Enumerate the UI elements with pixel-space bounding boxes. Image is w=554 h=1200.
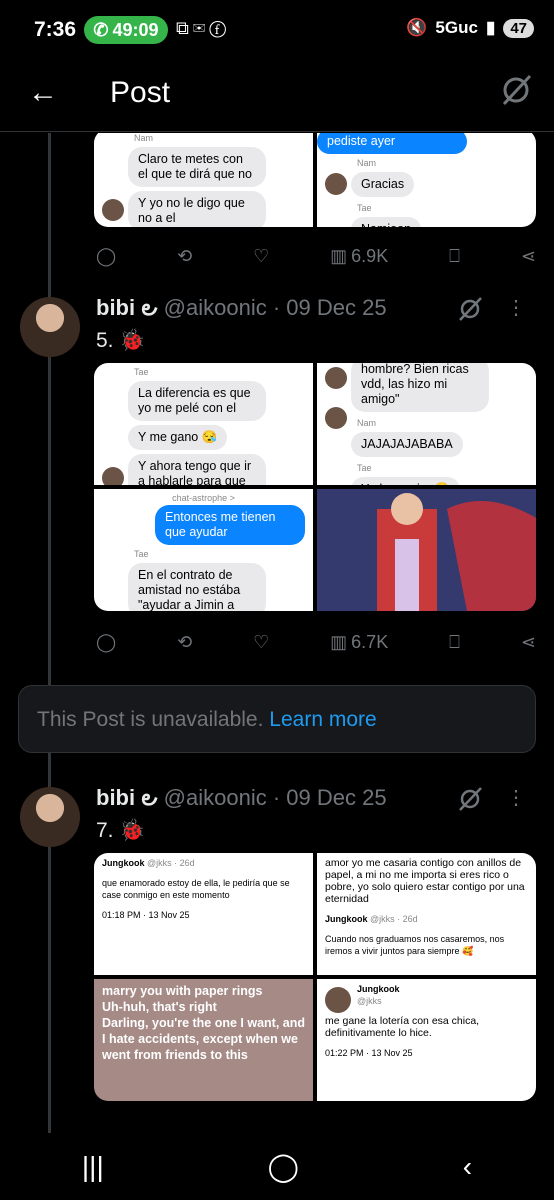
avatar bbox=[325, 987, 351, 1013]
views-button[interactable]: ▥ 6.7K bbox=[330, 632, 388, 653]
reply-icon[interactable]: ◯ bbox=[96, 632, 116, 653]
cartoon-illustration bbox=[317, 489, 536, 611]
post-actions: ◯ ⟲ ♡ ▥ 6.9K ⎕ ⋖ bbox=[96, 241, 536, 271]
views-icon: ▥ bbox=[330, 245, 348, 266]
avatar[interactable] bbox=[20, 787, 80, 847]
back-arrow-icon[interactable]: ← bbox=[28, 76, 58, 110]
more-icon[interactable]: ⋮ bbox=[506, 785, 526, 810]
avatar bbox=[102, 467, 124, 485]
battery-indicator: 47 bbox=[503, 18, 534, 38]
media-screenshot[interactable]: hombre? Bien ricas vdd, las hizo mi amig… bbox=[317, 363, 536, 485]
avatar bbox=[325, 173, 347, 195]
bookmark-icon[interactable]: ⎕ bbox=[449, 246, 460, 267]
notification-icons: ⧉✉ⓕ bbox=[176, 18, 231, 38]
more-icon[interactable]: ⋮ bbox=[506, 295, 526, 320]
post-media-grid[interactable]: Nam Claro te metes con el que te dirá qu… bbox=[94, 133, 536, 227]
thread-line bbox=[48, 133, 51, 1133]
views-icon: ▥ bbox=[330, 631, 348, 652]
media-screenshot[interactable]: Tae La diferencia es que yo me pelé con … bbox=[94, 363, 313, 485]
avatar bbox=[325, 367, 347, 389]
media-screenshot[interactable]: chat-astrophe > Entonces me tienen que a… bbox=[94, 489, 313, 611]
network-label: 5Guc bbox=[435, 18, 478, 37]
reply-icon[interactable]: ◯ bbox=[96, 246, 116, 267]
avatar bbox=[325, 407, 347, 429]
bookmark-icon[interactable]: ⎕ bbox=[449, 632, 460, 653]
share-icon[interactable]: ⋖ bbox=[521, 632, 536, 653]
repost-icon[interactable]: ⟲ bbox=[177, 632, 192, 653]
unavailable-post-notice: This Post is unavailable. Learn more bbox=[18, 685, 536, 753]
post-header: bibi ౿ @aikoonic · 09 Dec 25 bbox=[96, 295, 387, 320]
status-bar: 7:36 ✆ 49:09 ⧉✉ⓕ 🔇 5Guc ▮ 47 bbox=[0, 0, 554, 60]
media-screenshot[interactable]: Jungkook @jkks me gane la lotería con esa… bbox=[317, 979, 536, 1101]
signal-icon: ▮ bbox=[485, 18, 496, 37]
avatar[interactable] bbox=[20, 297, 80, 357]
phone-icon: ✆ bbox=[93, 19, 109, 40]
top-bar: ← Post bbox=[0, 60, 554, 132]
page-title: Post bbox=[110, 76, 171, 109]
post-media-grid[interactable]: Jungkook @jkks · 26d que enamorado estoy… bbox=[94, 853, 536, 1101]
share-icon[interactable]: ⋖ bbox=[521, 246, 536, 267]
post-text: 5. 🐞 bbox=[96, 329, 146, 352]
system-nav-bar: ||| ◯ ‹ bbox=[0, 1133, 554, 1200]
like-icon[interactable]: ♡ bbox=[253, 632, 269, 653]
post-header: bibi ౿ @aikoonic · 09 Dec 25 bbox=[96, 785, 387, 810]
mute-icon: 🔇 bbox=[406, 18, 428, 37]
call-chip[interactable]: ✆ 49:09 bbox=[84, 16, 168, 44]
media-screenshot[interactable]: amor yo me casaria contigo con anillos d… bbox=[317, 853, 536, 975]
grok-icon[interactable] bbox=[498, 72, 534, 108]
post-feed: Nam Claro te metes con el que te dirá qu… bbox=[0, 133, 554, 1133]
avatar bbox=[102, 199, 124, 221]
media-lyrics[interactable]: marry you with paper rings Uh-huh, that'… bbox=[94, 979, 313, 1101]
recents-icon[interactable]: ||| bbox=[82, 1151, 104, 1183]
like-icon[interactable]: ♡ bbox=[253, 246, 269, 267]
post-actions: ◯ ⟲ ♡ ▥ 6.7K ⎕ ⋖ bbox=[96, 627, 536, 657]
media-screenshot[interactable]: pediste ayer Nam Gracias Tae Namjoon bbox=[317, 133, 536, 227]
views-button[interactable]: ▥ 6.9K bbox=[330, 246, 388, 267]
grok-icon[interactable] bbox=[456, 785, 484, 813]
media-image-cartoon[interactable] bbox=[317, 489, 536, 611]
post-text: 7. 🐞 bbox=[96, 819, 146, 842]
clock: 7:36 bbox=[34, 18, 77, 41]
media-screenshot[interactable]: Nam Claro te metes con el que te dirá qu… bbox=[94, 133, 313, 227]
learn-more-link[interactable]: Learn more bbox=[269, 708, 376, 731]
grok-icon[interactable] bbox=[456, 295, 484, 323]
home-icon[interactable]: ◯ bbox=[268, 1150, 299, 1183]
repost-icon[interactable]: ⟲ bbox=[177, 246, 192, 267]
post-media-grid[interactable]: Tae La diferencia es que yo me pelé con … bbox=[94, 363, 536, 611]
media-screenshot[interactable]: Jungkook @jkks · 26d que enamorado estoy… bbox=[94, 853, 313, 975]
back-icon[interactable]: ‹ bbox=[463, 1151, 472, 1183]
